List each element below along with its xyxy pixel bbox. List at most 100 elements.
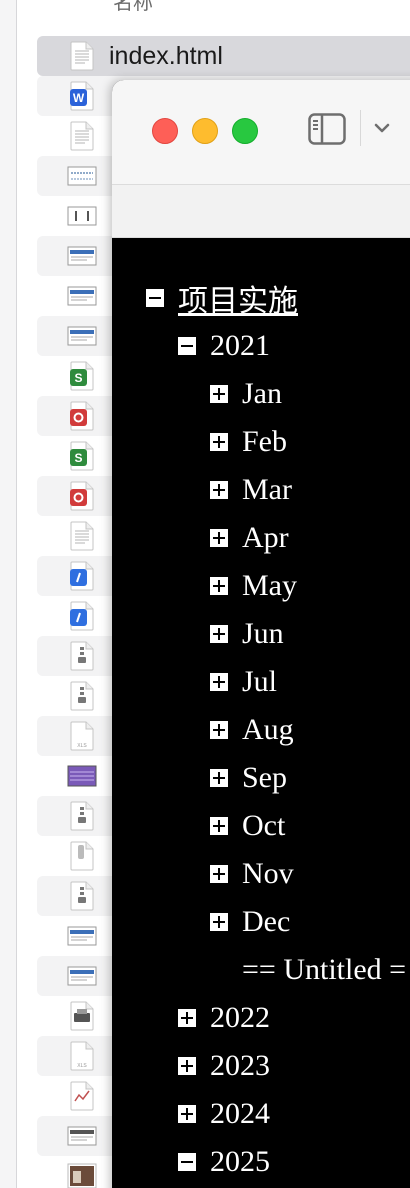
expand-plus-icon[interactable] <box>210 625 228 643</box>
window-preview-icon <box>67 201 97 231</box>
tree-month-item[interactable]: Jul <box>210 662 277 702</box>
image-icon <box>67 761 97 791</box>
tree-year-item[interactable]: 2021 <box>178 326 270 366</box>
tree-month-item[interactable]: Apr <box>210 518 289 558</box>
name-column-header[interactable]: 名称 <box>113 0 153 15</box>
expand-plus-icon[interactable] <box>210 385 228 403</box>
screenshot-icon <box>67 1121 97 1151</box>
tree-item-label: 2021 <box>210 329 270 362</box>
tree-item-label: Oct <box>242 809 286 842</box>
toolbar-divider <box>360 110 361 146</box>
tree-month-item[interactable]: Nov <box>210 854 294 894</box>
spreadsheet-preview-icon <box>67 161 97 191</box>
tree-item-label: Jul <box>242 665 278 698</box>
minimize-window-button[interactable] <box>192 118 218 144</box>
archive-icon <box>67 801 97 831</box>
browser-window[interactable]: 项目实施 2021 Jan Feb Mar Apr May Jun Jul Aug Sep Oct No… <box>112 80 410 1188</box>
tree-month-item[interactable]: Mar <box>210 470 292 510</box>
printer-icon <box>67 1001 97 1031</box>
tree-item-label: May <box>242 569 297 602</box>
screenshot-icon <box>67 281 97 311</box>
expand-plus-icon[interactable] <box>210 769 228 787</box>
tree-year-item[interactable]: 2022 <box>178 998 270 1038</box>
collapse-minus-icon[interactable] <box>146 289 164 307</box>
expand-plus-icon[interactable] <box>210 529 228 547</box>
tree-item-label: Dec <box>242 905 291 938</box>
archive-icon <box>67 681 97 711</box>
tree-item-label: 2025 <box>210 1145 270 1178</box>
expand-plus-icon[interactable] <box>210 577 228 595</box>
tree-item-label: Jan <box>242 377 282 410</box>
tree-year-item[interactable]: 2023 <box>178 1046 270 1086</box>
screenshot-icon <box>67 241 97 271</box>
tree-item-label: Mar <box>242 473 292 506</box>
numbers-icon: S <box>67 441 97 471</box>
screenshot-icon <box>67 321 97 351</box>
archive-icon <box>67 641 97 671</box>
tree-month-item[interactable]: Jun <box>210 614 284 654</box>
text-doc-icon <box>67 521 97 551</box>
expand-plus-icon[interactable] <box>210 913 228 931</box>
zoom-window-button[interactable] <box>232 118 258 144</box>
tree-month-item[interactable]: Dec <box>210 902 290 942</box>
tree-root-item[interactable]: 项目实施 <box>146 278 298 318</box>
photo-icon <box>67 1161 97 1188</box>
window-titlebar[interactable] <box>112 80 410 185</box>
expand-plus-icon[interactable] <box>178 1105 196 1123</box>
tree-item-label: Nov <box>242 857 294 890</box>
numbers-icon: S <box>67 361 97 391</box>
expand-plus-icon[interactable] <box>210 433 228 451</box>
sidebar-icon[interactable] <box>308 113 346 145</box>
expand-plus-icon[interactable] <box>210 817 228 835</box>
archive-icon <box>67 881 97 911</box>
svg-text:S: S <box>74 451 82 465</box>
tree-item-label: 2023 <box>210 1049 270 1082</box>
pdf-icon <box>67 401 97 431</box>
tree-item-label[interactable]: 项目实施 <box>178 276 298 320</box>
tree-item-label: == Untitled = <box>242 953 407 986</box>
svg-text:XLS: XLS <box>77 1063 87 1069</box>
tree-item-label: Sep <box>242 761 287 794</box>
screen: 名称 index.html W S S XLS XLS 项目实施 2021 Ja… <box>0 0 410 1188</box>
expand-plus-icon[interactable] <box>178 1009 196 1027</box>
expand-plus-icon[interactable] <box>178 1057 196 1075</box>
tree-item-label: Aug <box>242 713 294 746</box>
expand-plus-icon[interactable] <box>210 721 228 739</box>
chevron-down-icon[interactable] <box>372 118 392 138</box>
file-row-selected[interactable]: index.html <box>37 36 410 76</box>
tree-month-item[interactable]: Feb <box>210 422 287 462</box>
collapse-minus-icon[interactable] <box>178 337 196 355</box>
tree-item-label: Apr <box>242 521 289 554</box>
tree-item-label: 2024 <box>210 1097 270 1130</box>
tree-untitled-item[interactable]: == Untitled = <box>242 950 406 990</box>
expand-plus-icon[interactable] <box>210 865 228 883</box>
keynote-icon <box>67 561 97 591</box>
tree-year-item[interactable]: 2025 <box>178 1142 270 1182</box>
collapse-minus-icon[interactable] <box>178 1153 196 1171</box>
tree-month-item[interactable]: Sep <box>210 758 287 798</box>
tree-item-label: Jun <box>242 617 284 650</box>
xlsx-icon: XLS <box>67 721 97 751</box>
tree-month-item[interactable]: Jan <box>210 374 282 414</box>
tree-year-item[interactable]: 2024 <box>178 1094 270 1134</box>
text-doc-icon <box>67 121 97 151</box>
xls-icon: XLS <box>67 1041 97 1071</box>
html-file-icon <box>67 41 97 71</box>
expand-plus-icon[interactable] <box>210 481 228 499</box>
svg-text:S: S <box>74 371 82 385</box>
svg-text:XLS: XLS <box>77 743 87 749</box>
screenshot-icon <box>67 921 97 951</box>
left-strip <box>0 0 17 1188</box>
page-content: 项目实施 2021 Jan Feb Mar Apr May Jun Jul Aug Sep Oct No… <box>112 238 410 1188</box>
close-window-button[interactable] <box>152 118 178 144</box>
expand-plus-icon[interactable] <box>210 673 228 691</box>
svg-text:W: W <box>73 91 85 105</box>
file-name: index.html <box>109 42 223 70</box>
keynote-icon <box>67 601 97 631</box>
tree-month-item[interactable]: Oct <box>210 806 285 846</box>
tree-month-item[interactable]: Aug <box>210 710 294 750</box>
word-doc-icon: W <box>67 81 97 111</box>
tree-item-label: Feb <box>242 425 287 458</box>
tree-month-item[interactable]: May <box>210 566 297 606</box>
tab-bar <box>112 185 410 238</box>
